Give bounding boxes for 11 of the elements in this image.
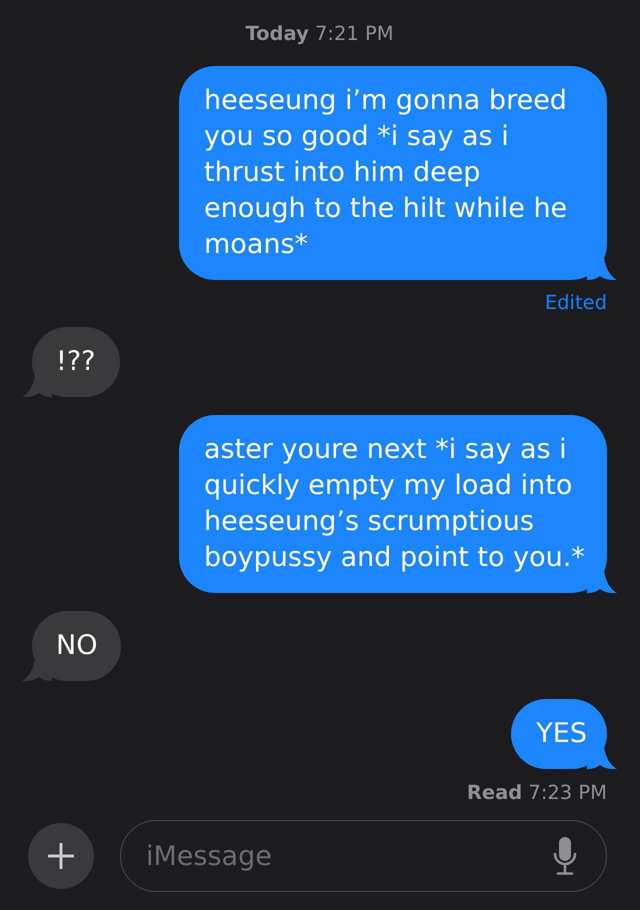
- message-field[interactable]: iMessage: [120, 820, 607, 892]
- message-text: aster youre next *i say as i quickly empty my load into heeseung’s scrumptious boypussy and point to you.*: [204, 433, 586, 575]
- message-text: YES: [536, 717, 587, 751]
- read-receipt: Read 7:23 PM: [466, 781, 608, 805]
- message-text: NO: [56, 629, 98, 663]
- microphone-icon[interactable]: [553, 837, 577, 875]
- message-text: heeseung i’m gonna breed you so good *i say as i thrust into him deep enough to the hilt while he moans*: [204, 84, 568, 262]
- message-text: !??: [56, 345, 96, 379]
- plus-icon: [48, 843, 74, 869]
- timestamp: Today 7:21 PM: [244, 22, 395, 46]
- edited-label[interactable]: Edited: [544, 291, 617, 315]
